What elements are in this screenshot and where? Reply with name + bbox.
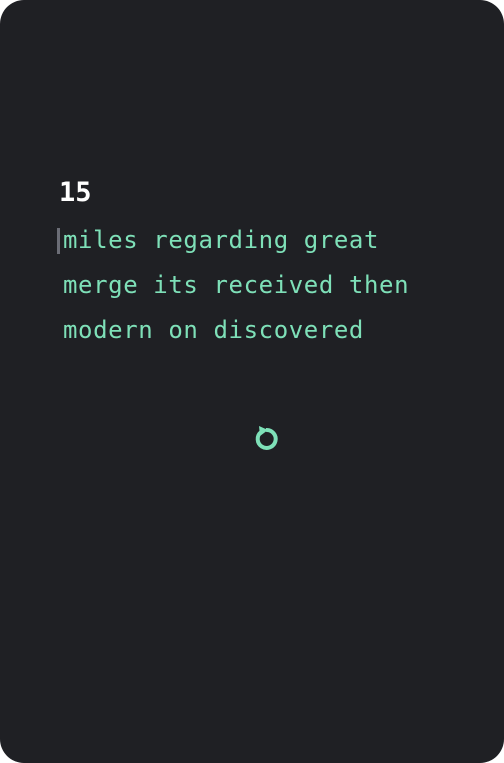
typing-test-screen: 15 miles regarding great merge its recei…	[0, 0, 504, 763]
text-caret	[57, 228, 60, 254]
text-line-2: merge its received then	[63, 271, 410, 299]
word-counter: 15	[59, 177, 92, 208]
restart-icon	[255, 426, 278, 450]
restart-button[interactable]	[247, 420, 285, 458]
text-line-3: modern on discovered	[63, 316, 364, 344]
typing-text-area[interactable]: miles regarding great merge its received…	[63, 218, 483, 353]
text-line-1: miles regarding great	[63, 226, 380, 254]
